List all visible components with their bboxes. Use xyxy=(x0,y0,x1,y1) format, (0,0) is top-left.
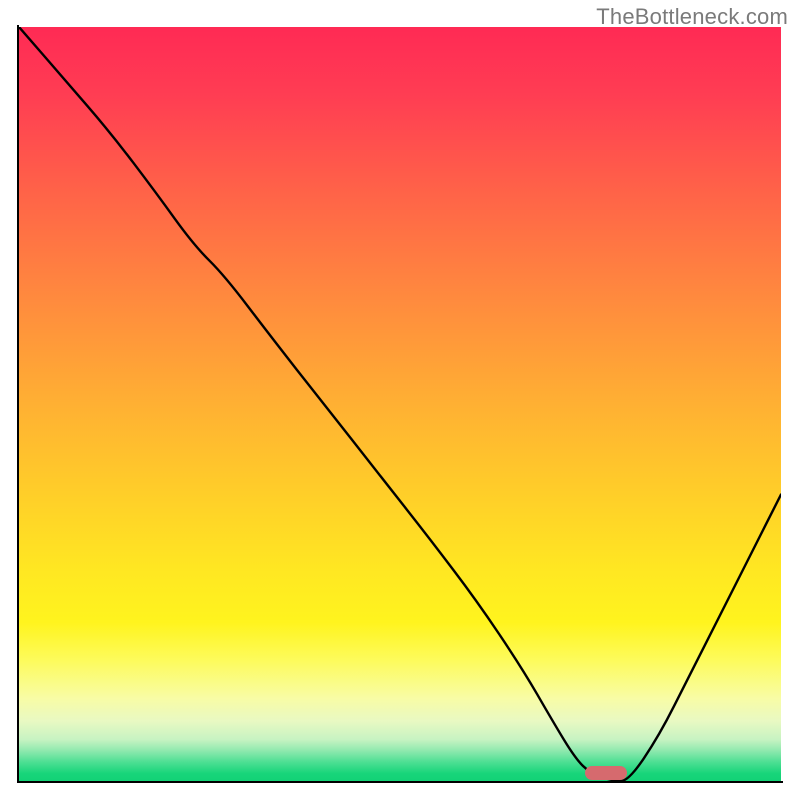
bottleneck-curve-path xyxy=(19,27,781,781)
optimal-marker xyxy=(585,766,627,780)
x-axis-line xyxy=(17,781,783,783)
plot-area xyxy=(19,27,781,781)
bottleneck-curve xyxy=(19,27,781,781)
chart-container: TheBottleneck.com xyxy=(0,0,800,800)
